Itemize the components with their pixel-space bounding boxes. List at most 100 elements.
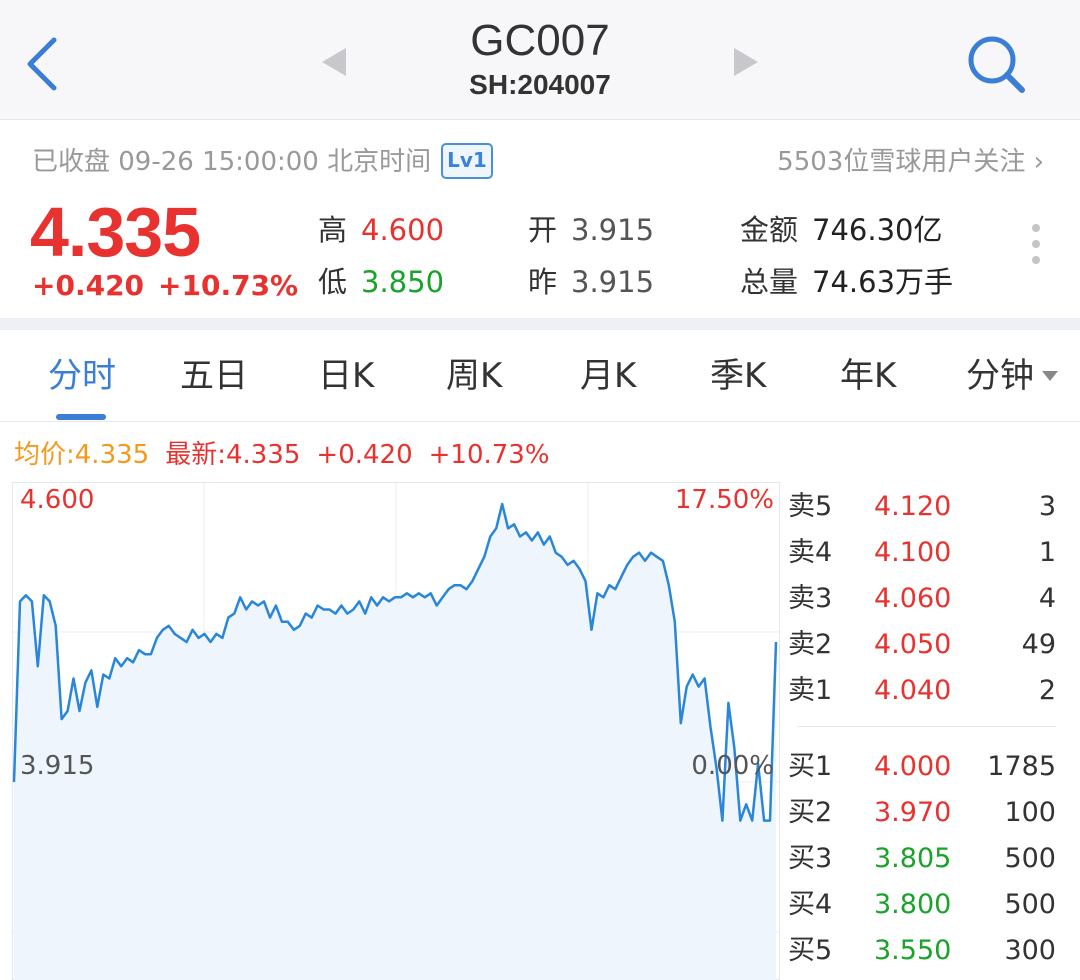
nav-bar: GC007 SH:204007 [0, 0, 1080, 120]
ask-price: 4.120 [874, 491, 952, 522]
stat-high-value: 4.600 [361, 213, 445, 247]
ask-level-label: 卖2 [788, 629, 833, 660]
bid-row[interactable]: 买5 3.550 300 [788, 930, 1068, 972]
active-tab-indicator [56, 414, 106, 420]
y-axis-base-label: 3.915 [20, 751, 95, 781]
avg-price: 均价:4.335 [14, 440, 150, 470]
search-icon [968, 36, 1025, 93]
bid-price: 3.550 [874, 935, 952, 966]
ask-price: 4.100 [874, 537, 952, 568]
ask-price: 4.060 [874, 583, 952, 614]
change-percent: +10.73% [158, 269, 299, 302]
stat-amount-label: 金额 [740, 213, 799, 247]
price-area [14, 504, 776, 980]
chevron-down-icon [1042, 371, 1058, 381]
level-badge[interactable]: Lv1 [441, 143, 493, 179]
more-icon[interactable] [1024, 224, 1048, 274]
stat-high-label: 高 [318, 213, 348, 247]
ask-level-label: 卖5 [788, 491, 833, 522]
tab-minute[interactable]: 分钟 [966, 354, 1058, 398]
ask-level-label: 卖3 [788, 583, 833, 614]
ask-volume: 4 [1038, 583, 1056, 614]
stat-prev-value: 3.915 [571, 265, 655, 299]
tab-minute-label: 分钟 [966, 356, 1034, 396]
pct-axis-max-label: 17.50% [674, 485, 774, 515]
stat-prev-label: 昨 [528, 265, 558, 299]
next-stock-icon [734, 48, 758, 76]
change-value: +0.420 [32, 269, 145, 302]
bid-row[interactable]: 买1 4.000 1785 [788, 746, 1068, 788]
tab-weekly-k[interactable]: 周K [446, 354, 502, 398]
bid-level-label: 买1 [788, 751, 833, 782]
search-button[interactable] [960, 28, 1032, 100]
bid-price: 4.000 [874, 751, 952, 782]
chart-canvas [12, 482, 780, 980]
stat-open-value: 3.915 [571, 213, 655, 247]
chart-info-line: 均价:4.335 最新:4.335 +0.420 +10.73% [14, 438, 550, 472]
bid-volume: 1785 [987, 751, 1056, 782]
stat-amount: 金额 746.30亿 [740, 212, 943, 248]
bid-level-label: 买5 [788, 935, 833, 966]
bid-price: 3.800 [874, 889, 952, 920]
ask-row[interactable]: 卖5 4.120 3 [788, 486, 1068, 528]
section-divider [0, 318, 1080, 330]
y-axis-max-label: 4.600 [20, 485, 95, 515]
ask-volume: 49 [1021, 629, 1056, 660]
ask-row[interactable]: 卖2 4.050 49 [788, 624, 1068, 666]
stat-open: 开 3.915 [528, 212, 654, 248]
back-button[interactable] [18, 28, 78, 98]
bid-row[interactable]: 买4 3.800 500 [788, 884, 1068, 926]
ask-volume: 2 [1038, 675, 1056, 706]
latest-change: +0.420 [316, 440, 413, 470]
ask-volume: 3 [1038, 491, 1056, 522]
ask-level-label: 卖4 [788, 537, 833, 568]
stat-amount-value: 746.30亿 [812, 213, 943, 247]
bid-price: 3.970 [874, 797, 952, 828]
stat-volume-value: 74.63万手 [812, 265, 954, 299]
stock-name: GC007 [470, 16, 610, 65]
bid-row[interactable]: 买2 3.970 100 [788, 792, 1068, 834]
bid-level-label: 买2 [788, 797, 833, 828]
tab-intraday[interactable]: 分时 [48, 354, 116, 398]
tab-monthly-k[interactable]: 月K [580, 354, 636, 398]
tab-yearly-k[interactable]: 年K [840, 354, 896, 398]
tab-quarterly-k[interactable]: 季K [710, 354, 766, 398]
tab-daily-k[interactable]: 日K [318, 354, 374, 398]
stat-open-label: 开 [528, 213, 558, 247]
stat-volume: 总量 74.63万手 [740, 264, 953, 300]
latest-change-percent: +10.73% [428, 440, 550, 470]
stock-title: GC007 SH:204007 [340, 14, 740, 102]
stat-low: 低 3.850 [318, 264, 444, 300]
market-status: 已收盘 09-26 15:00:00 北京时间 [32, 147, 432, 177]
ask-row[interactable]: 卖4 4.100 1 [788, 532, 1068, 574]
ask-level-label: 卖1 [788, 675, 833, 706]
ask-row[interactable]: 卖1 4.040 2 [788, 670, 1068, 712]
ask-volume: 1 [1038, 537, 1056, 568]
ask-price: 4.040 [874, 675, 952, 706]
last-price: 4.335 [30, 193, 201, 271]
chart-tabs: 分时 五日 日K 周K 月K 季K 年K 分钟 [0, 330, 1080, 422]
stat-low-value: 3.850 [361, 265, 445, 299]
ask-row[interactable]: 卖3 4.060 4 [788, 578, 1068, 620]
price-change: +0.420 +10.73% [32, 268, 298, 304]
stat-prev-close: 昨 3.915 [528, 264, 654, 300]
order-book-divider [798, 726, 1056, 727]
intraday-chart[interactable]: 4.600 17.50% 3.915 0.00% [12, 482, 780, 980]
back-icon [27, 37, 57, 91]
bid-row[interactable]: 买3 3.805 500 [788, 838, 1068, 880]
tab-five-day[interactable]: 五日 [180, 354, 248, 398]
stat-low-label: 低 [318, 265, 348, 299]
bid-level-label: 买3 [788, 843, 833, 874]
followers-link[interactable]: 5503位雪球用户关注 › [777, 144, 1044, 180]
ask-price: 4.050 [874, 629, 952, 660]
stat-volume-label: 总量 [740, 265, 799, 299]
bid-volume: 100 [1004, 797, 1056, 828]
stock-code: SH:204007 [469, 69, 611, 100]
bid-price: 3.805 [874, 843, 952, 874]
next-stock-button[interactable] [730, 44, 762, 80]
bid-volume: 500 [1004, 843, 1056, 874]
latest-price: 最新:4.335 [165, 440, 301, 470]
stat-high: 高 4.600 [318, 212, 444, 248]
bid-volume: 300 [1004, 935, 1056, 966]
pct-axis-base-label: 0.00% [691, 751, 774, 781]
